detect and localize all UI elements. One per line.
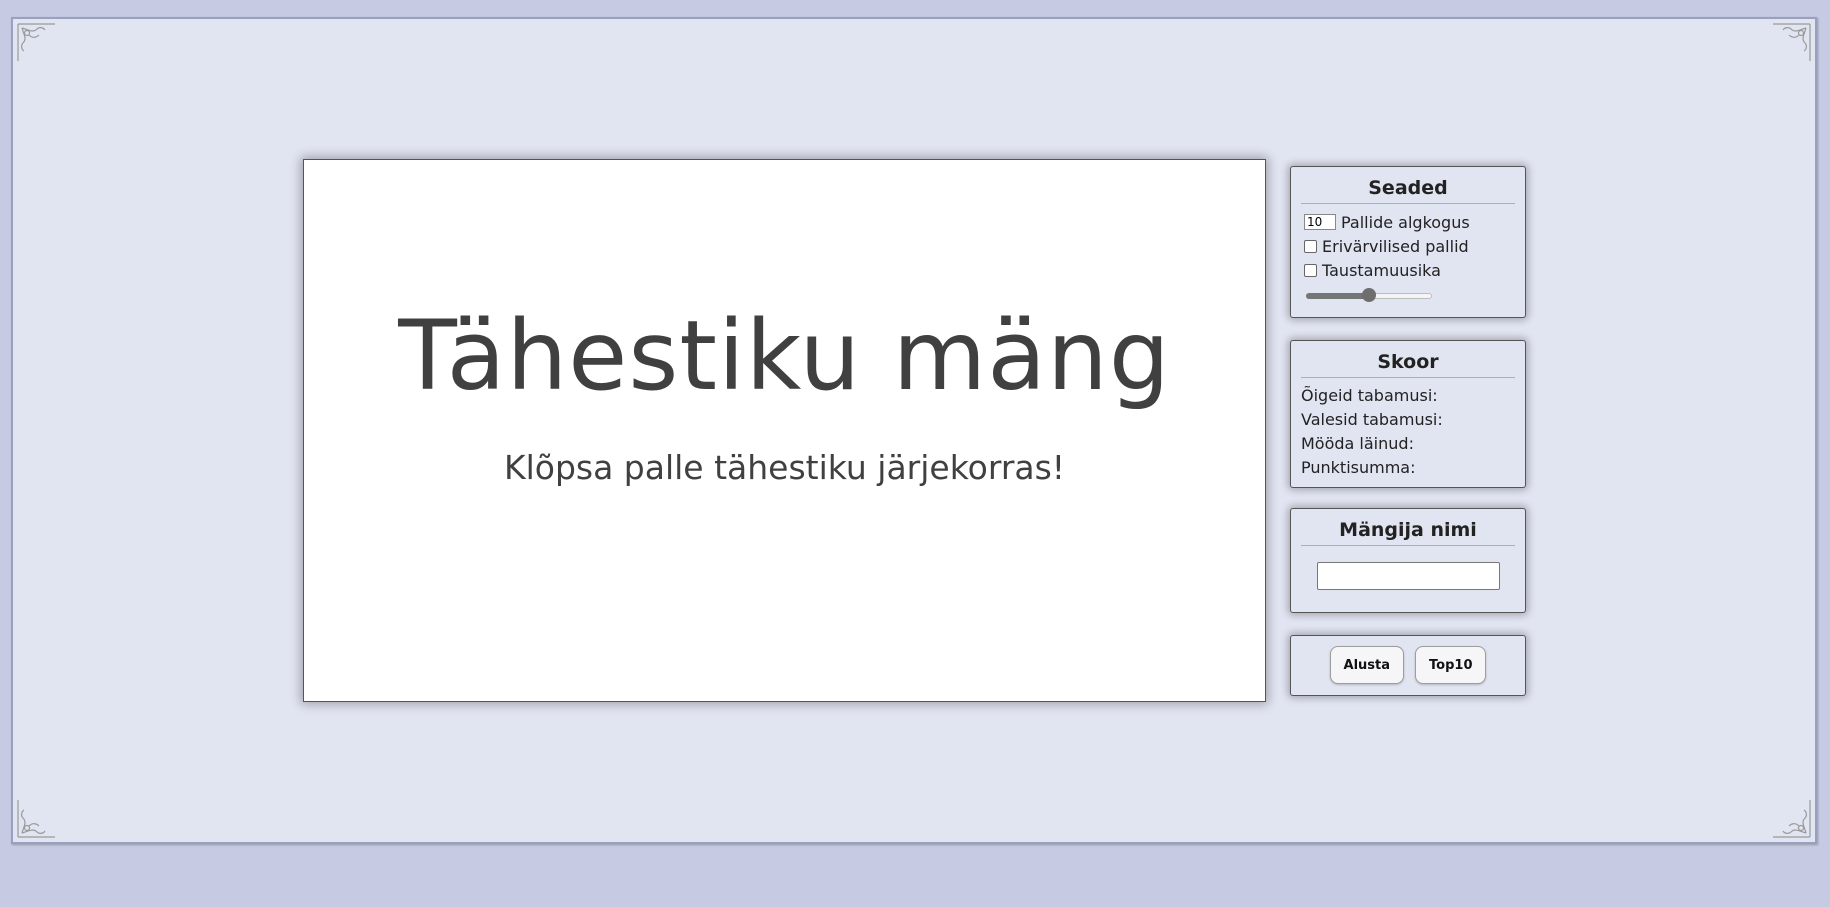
- corner-ornament-icon: [17, 23, 55, 61]
- game-title: Tähestiku mäng: [398, 300, 1171, 412]
- volume-slider-fill: [1306, 293, 1369, 299]
- colored-balls-label: Erivärvilised pallid: [1322, 236, 1469, 256]
- ball-count-label: Pallide algkogus: [1341, 212, 1470, 232]
- actions-panel: Alusta Top10: [1290, 635, 1526, 696]
- game-subtitle: Klõpsa palle tähestiku järjekorras!: [503, 448, 1066, 487]
- corner-ornament-icon: [17, 800, 55, 838]
- music-label: Taustamuusika: [1322, 260, 1441, 280]
- total-score-label: Punktisumma:: [1301, 458, 1416, 477]
- score-panel: Skoor Õigeid tabamusi: Valesid tabamusi:…: [1290, 340, 1526, 488]
- volume-slider-thumb[interactable]: [1362, 288, 1376, 302]
- missed-label: Mööda läinud:: [1301, 434, 1414, 453]
- start-button[interactable]: Alusta: [1329, 646, 1405, 684]
- ball-count-row: Pallide algkogus: [1301, 210, 1515, 234]
- corner-ornament-icon: [1773, 23, 1811, 61]
- volume-slider[interactable]: [1306, 288, 1432, 302]
- actions-row: Alusta Top10: [1301, 646, 1515, 684]
- music-checkbox[interactable]: [1304, 263, 1317, 277]
- colored-balls-row: Erivärvilised pallid: [1301, 234, 1515, 258]
- settings-heading: Seaded: [1301, 177, 1515, 204]
- score-heading: Skoor: [1301, 351, 1515, 378]
- corner-ornament-icon: [1773, 800, 1811, 838]
- top10-button[interactable]: Top10: [1415, 646, 1487, 684]
- colored-balls-checkbox[interactable]: [1304, 239, 1317, 253]
- game-canvas[interactable]: [303, 159, 1266, 702]
- player-heading: Mängija nimi: [1301, 519, 1515, 546]
- settings-panel: Seaded Pallide algkogus Erivärvilised pa…: [1290, 166, 1526, 318]
- music-row: Taustamuusika: [1301, 258, 1515, 282]
- wrong-hits-label: Valesid tabamusi:: [1301, 410, 1443, 429]
- ball-count-input[interactable]: [1304, 214, 1336, 230]
- player-panel: Mängija nimi: [1290, 508, 1526, 613]
- player-name-input[interactable]: [1316, 562, 1500, 590]
- correct-hits-label: Õigeid tabamusi:: [1301, 386, 1438, 405]
